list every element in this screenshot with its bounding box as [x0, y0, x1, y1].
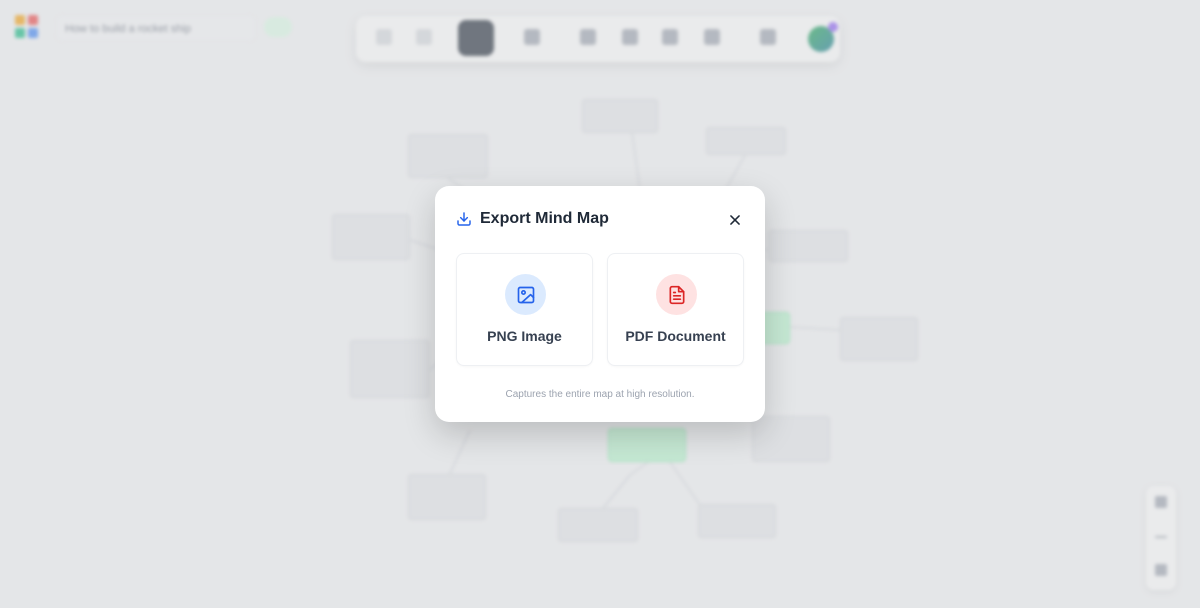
modal-title: Export Mind Map: [480, 210, 609, 227]
png-icon-circle: [505, 274, 546, 315]
pdf-option-label: PDF Document: [625, 328, 726, 344]
image-icon: [517, 286, 534, 303]
pdf-icon-circle: [656, 274, 697, 315]
export-pdf-option[interactable]: PDF Document: [607, 253, 744, 366]
close-icon: [730, 215, 740, 225]
modal-footnote: Captures the entire map at high resoluti…: [505, 389, 695, 400]
download-icon: [457, 212, 471, 226]
export-modal: Export Mind Map PNG Image PDF Document C…: [435, 186, 765, 422]
modal-header: Export Mind Map: [456, 208, 609, 230]
file-text-icon: [669, 285, 684, 304]
png-option-label: PNG Image: [487, 328, 562, 344]
close-button[interactable]: [725, 210, 745, 230]
export-png-option[interactable]: PNG Image: [456, 253, 593, 366]
